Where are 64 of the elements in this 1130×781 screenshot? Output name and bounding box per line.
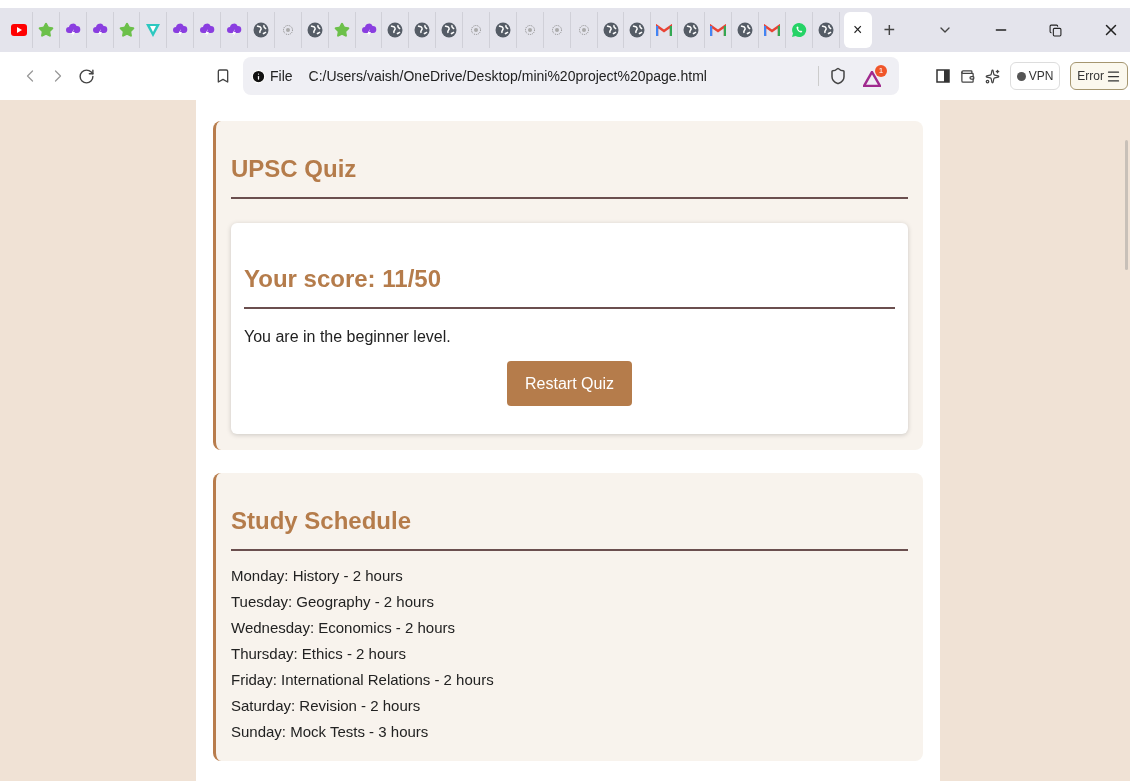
mail-m-icon bbox=[656, 24, 673, 36]
cloud-bolt-icon bbox=[64, 22, 81, 38]
globe-icon bbox=[494, 22, 511, 38]
restart-quiz-button[interactable]: Restart Quiz bbox=[507, 361, 632, 406]
cloud-bolt-icon bbox=[199, 22, 216, 38]
level-message: You are in the beginner level. bbox=[244, 327, 452, 347]
cloud-bolt-icon bbox=[360, 22, 377, 38]
new-tab-button[interactable]: + bbox=[883, 15, 896, 45]
scrollbar[interactable] bbox=[1125, 140, 1128, 270]
schedule-item: Friday: International Relations - 2 hours bbox=[231, 670, 495, 690]
globe-icon bbox=[817, 22, 834, 38]
schedule-item: Sunday: Mock Tests - 3 hours bbox=[231, 722, 430, 742]
error-menu-button[interactable]: Error bbox=[1070, 62, 1128, 90]
globe-icon bbox=[629, 22, 646, 38]
schedule-item: Tuesday: Geography - 2 hours bbox=[231, 592, 435, 612]
globe-icon bbox=[737, 22, 753, 38]
restore-icon[interactable] bbox=[1049, 23, 1062, 37]
v-logo-icon bbox=[145, 22, 162, 38]
score-heading: Your score: 11/50 bbox=[244, 267, 442, 291]
menu-icon bbox=[1106, 68, 1121, 84]
info-icon[interactable] bbox=[251, 68, 266, 84]
globe-icon bbox=[414, 22, 431, 38]
section-heading: Study Schedule bbox=[231, 509, 413, 533]
reload-icon[interactable] bbox=[78, 67, 95, 85]
sparkle-icon[interactable] bbox=[984, 68, 1000, 84]
chat-bubble-icon bbox=[790, 22, 807, 38]
url-text: C:/Users/vaish/OneDrive/Desktop/mini%20project%20page.html bbox=[308, 66, 707, 86]
cloud-bolt-icon bbox=[172, 22, 189, 38]
globe-icon bbox=[683, 22, 700, 38]
browser-tab[interactable]: × bbox=[843, 12, 872, 48]
globe-icon bbox=[441, 22, 458, 38]
dotted-circle-icon bbox=[471, 25, 482, 35]
bookmark-icon[interactable] bbox=[215, 68, 231, 84]
dotted-circle-icon bbox=[551, 25, 562, 35]
schedule-item: Wednesday: Economics - 2 hours bbox=[231, 618, 456, 638]
dotted-circle-icon bbox=[282, 25, 293, 35]
globe-icon bbox=[306, 22, 323, 38]
wallet-icon[interactable] bbox=[959, 68, 975, 84]
notification-badge: 1 bbox=[875, 65, 887, 77]
vpn-button[interactable]: VPN bbox=[1009, 62, 1061, 90]
error-label: Error bbox=[1077, 68, 1104, 85]
globe-icon bbox=[387, 22, 404, 38]
lion-shield-icon[interactable] bbox=[829, 67, 847, 85]
cloud-bolt-icon bbox=[226, 22, 243, 38]
dotted-circle-icon bbox=[524, 25, 535, 35]
close-tab-button[interactable]: × bbox=[852, 18, 863, 42]
mail-m-icon bbox=[710, 24, 727, 36]
cloud-bolt-icon bbox=[91, 22, 108, 38]
globe-icon bbox=[602, 22, 619, 38]
schedule-item: Thursday: Ethics - 2 hours bbox=[231, 644, 408, 664]
star-icon bbox=[37, 22, 54, 38]
section-heading: UPSC Quiz bbox=[231, 157, 358, 181]
globe-icon bbox=[252, 22, 269, 38]
address-bar[interactable]: File C:/Users/vaish/OneDrive/Desktop/mini%20project%20page.html 1 bbox=[243, 57, 899, 95]
sidebar-icon[interactable] bbox=[935, 69, 950, 83]
mail-m-icon bbox=[763, 24, 780, 36]
star-icon bbox=[333, 22, 350, 38]
star-icon bbox=[118, 22, 135, 38]
file-label: File bbox=[270, 66, 293, 86]
triangle-icon bbox=[863, 71, 881, 87]
dotted-circle-icon bbox=[578, 25, 589, 35]
schedule-item: Monday: History - 2 hours bbox=[231, 566, 404, 586]
schedule-item: Saturday: Revision - 2 hours bbox=[231, 696, 422, 716]
video-play-icon bbox=[10, 24, 27, 36]
